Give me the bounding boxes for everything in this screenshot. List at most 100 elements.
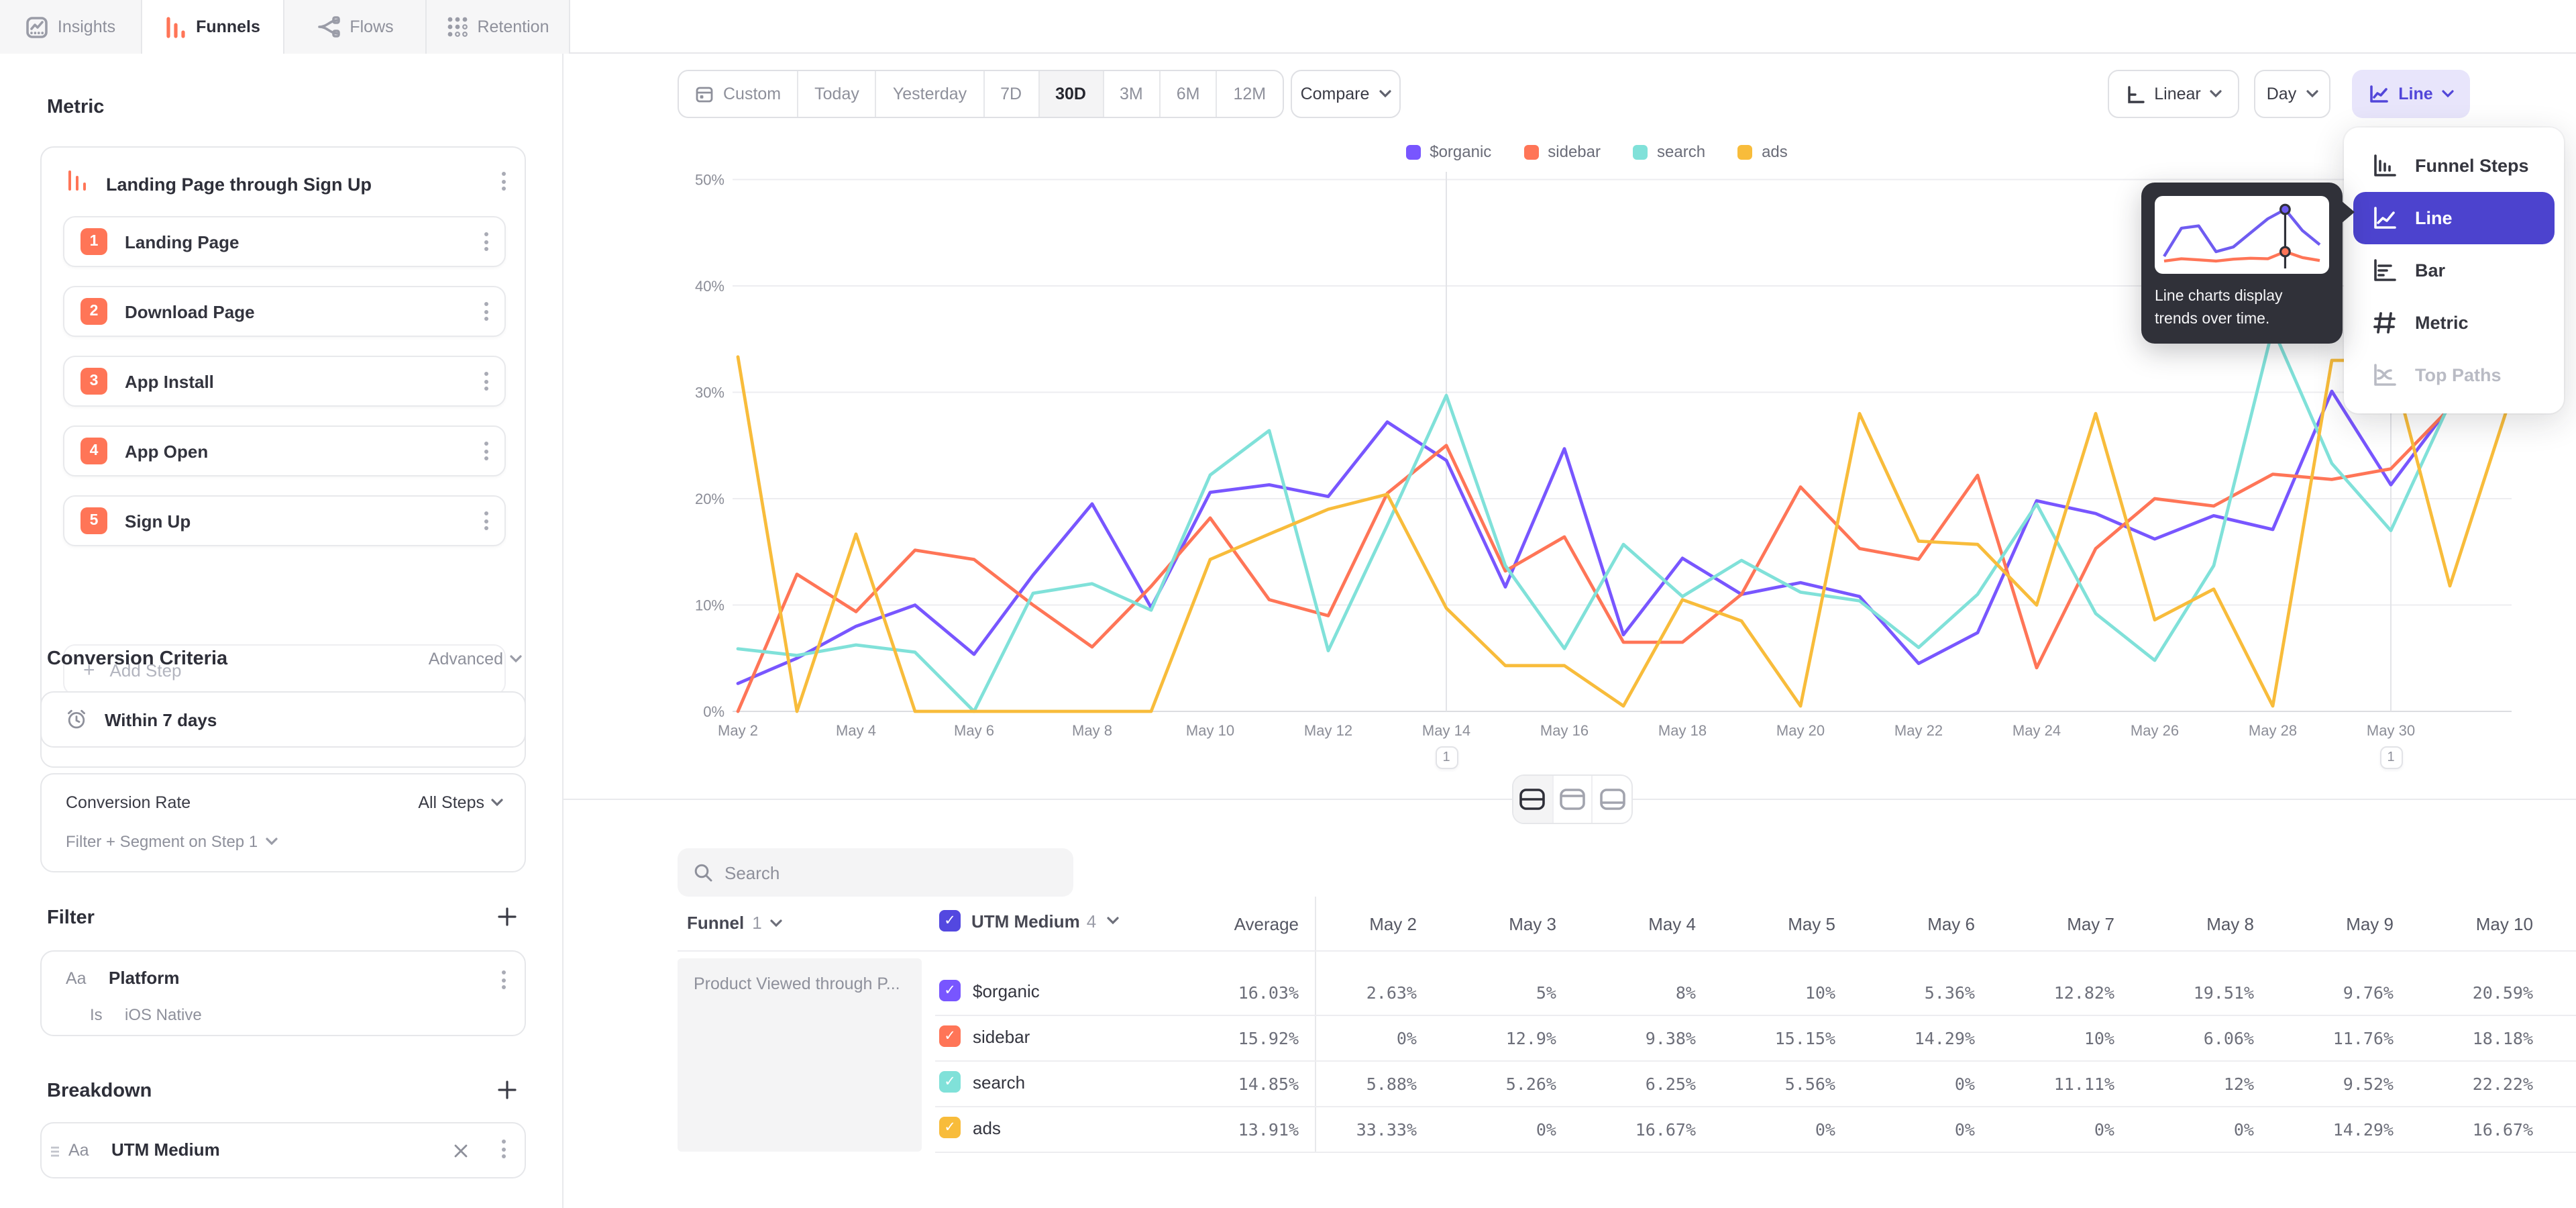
- metric-heading: Metric: [47, 97, 104, 118]
- add-breakdown-button[interactable]: [498, 1080, 517, 1099]
- search-input[interactable]: [724, 862, 1033, 883]
- step-kebab-icon[interactable]: [484, 442, 488, 460]
- cell-value: 14.29%: [2265, 1119, 2394, 1140]
- annotation-badge[interactable]: 1: [2379, 746, 2402, 769]
- layout-chart-only-button[interactable]: [1553, 776, 1593, 823]
- metric-kebab-icon[interactable]: [502, 172, 506, 191]
- funnel-steps-icon: [2372, 153, 2398, 179]
- all-steps-dropdown[interactable]: All Steps: [418, 793, 503, 812]
- step-number-badge: 2: [80, 298, 107, 325]
- funnel-step-1[interactable]: 1 Landing Page: [63, 216, 506, 267]
- series-checkbox[interactable]: ✓: [939, 1117, 961, 1138]
- table-search[interactable]: [678, 848, 1073, 897]
- retention-icon: [446, 16, 468, 38]
- menu-item-bar[interactable]: Bar: [2353, 244, 2555, 297]
- filter-card[interactable]: Aa Platform Is iOS Native: [40, 950, 526, 1036]
- step-number-badge: 1: [80, 228, 107, 255]
- cell-value: 10%: [1986, 1028, 2114, 1048]
- range-yesterday[interactable]: Yesterday: [877, 71, 984, 117]
- range-today[interactable]: Today: [798, 71, 877, 117]
- funnel-column-header[interactable]: Funnel 1: [687, 913, 782, 933]
- scale-dropdown[interactable]: Linear: [2108, 70, 2239, 118]
- breakdown-card[interactable]: Aa UTM Medium: [40, 1122, 526, 1178]
- metric-title[interactable]: Landing Page through Sign Up: [106, 174, 372, 194]
- range-3m[interactable]: 3M: [1104, 71, 1161, 117]
- range-custom[interactable]: Custom: [679, 71, 798, 117]
- drag-handle-icon[interactable]: [50, 1145, 60, 1158]
- legend-item-ads[interactable]: ads: [1737, 142, 1788, 161]
- checkbox-checked-icon[interactable]: ✓: [939, 910, 961, 932]
- tab-insights[interactable]: Insights: [0, 0, 142, 54]
- tab-funnels[interactable]: Funnels: [142, 0, 284, 55]
- layout-table-only-button[interactable]: [1593, 776, 1631, 823]
- step-kebab-icon[interactable]: [484, 302, 488, 321]
- range-30d[interactable]: 30D: [1039, 71, 1104, 117]
- svg-text:May 30: May 30: [2367, 722, 2415, 739]
- cell-value: 0%: [1846, 1074, 1975, 1094]
- conversion-window-label: Within 7 days: [105, 709, 217, 729]
- layout-split-button[interactable]: [1513, 776, 1553, 823]
- column-header-may-2[interactable]: May 2: [1288, 914, 1417, 934]
- advanced-dropdown[interactable]: Advanced: [429, 650, 522, 668]
- add-filter-button[interactable]: [498, 907, 517, 926]
- tab-retention[interactable]: Retention: [427, 0, 570, 54]
- filter-kebab-icon[interactable]: [502, 970, 506, 989]
- series-checkbox[interactable]: ✓: [939, 1025, 961, 1047]
- breakdown-column-header[interactable]: ✓ UTM Medium 4: [939, 910, 1119, 932]
- mini-line-chart: [2155, 196, 2329, 274]
- funnel-group-cell[interactable]: Product Viewed through P...: [678, 958, 922, 1152]
- column-header-may-8[interactable]: May 8: [2125, 914, 2254, 934]
- column-header-may-7[interactable]: May 7: [1986, 914, 2114, 934]
- annotation-badge[interactable]: 1: [1435, 746, 1458, 769]
- menu-item-metric[interactable]: Metric: [2353, 297, 2555, 349]
- column-header-may-10[interactable]: May 10: [2404, 914, 2533, 934]
- legend-item-search[interactable]: search: [1633, 142, 1705, 161]
- breakdown-kebab-icon[interactable]: [502, 1140, 506, 1158]
- column-header-may-6[interactable]: May 6: [1846, 914, 1975, 934]
- step-kebab-icon[interactable]: [484, 232, 488, 251]
- svg-text:May 24: May 24: [2012, 722, 2061, 739]
- cell-value: 12%: [2125, 1074, 2254, 1094]
- funnel-step-4[interactable]: 4 App Open: [63, 425, 506, 476]
- legend-item-sidebar[interactable]: sidebar: [1523, 142, 1601, 161]
- funnel-step-3[interactable]: 3 App Install: [63, 356, 506, 407]
- range-12m[interactable]: 12M: [1218, 71, 1283, 117]
- filter-value: iOS Native: [125, 1005, 202, 1024]
- top-paths-icon: [2372, 362, 2398, 388]
- interval-dropdown[interactable]: Day: [2254, 70, 2330, 118]
- step-number-badge: 3: [80, 368, 107, 395]
- menu-item-funnel-steps[interactable]: Funnel Steps: [2353, 140, 2555, 192]
- cell-value: 0%: [2125, 1119, 2254, 1140]
- funnel-step-2[interactable]: 2 Download Page: [63, 286, 506, 337]
- funnel-step-5[interactable]: 5 Sign Up: [63, 495, 506, 546]
- range-6m[interactable]: 6M: [1161, 71, 1218, 117]
- step-number-badge: 5: [80, 507, 107, 534]
- menu-item-line[interactable]: Line: [2353, 192, 2555, 244]
- svg-text:May 28: May 28: [2249, 722, 2297, 739]
- compare-button[interactable]: Compare: [1291, 70, 1401, 118]
- funnels-icon: [165, 15, 186, 38]
- column-header-average[interactable]: Average: [1170, 914, 1299, 934]
- svg-text:May 16: May 16: [1540, 722, 1589, 739]
- range-7d[interactable]: 7D: [984, 71, 1039, 117]
- column-header-may-4[interactable]: May 4: [1567, 914, 1696, 934]
- chart-type-dropdown[interactable]: Line: [2352, 70, 2470, 118]
- series-checkbox[interactable]: ✓: [939, 1071, 961, 1093]
- remove-breakdown-icon[interactable]: [453, 1144, 468, 1158]
- column-header-may-5[interactable]: May 5: [1707, 914, 1835, 934]
- metric-icon: [2372, 310, 2398, 336]
- legend-swatch: [1737, 144, 1752, 159]
- chart-legend: $organic sidebar search ads: [671, 142, 2522, 161]
- conversion-window-card[interactable]: Within 7 days: [40, 691, 526, 748]
- step-kebab-icon[interactable]: [484, 372, 488, 391]
- table-column-divider: [1315, 897, 1316, 1152]
- filter-segment-toggle[interactable]: Filter + Segment on Step 1: [66, 832, 278, 851]
- legend-item-organic[interactable]: $organic: [1405, 142, 1491, 161]
- column-header-may-9[interactable]: May 9: [2265, 914, 2394, 934]
- step-kebab-icon[interactable]: [484, 511, 488, 530]
- cell-value: 0%: [1707, 1119, 1835, 1140]
- series-checkbox[interactable]: ✓: [939, 980, 961, 1001]
- tab-flows[interactable]: Flows: [284, 0, 427, 54]
- column-header-may-3[interactable]: May 3: [1428, 914, 1556, 934]
- cell-value: 6.25%: [1567, 1074, 1696, 1094]
